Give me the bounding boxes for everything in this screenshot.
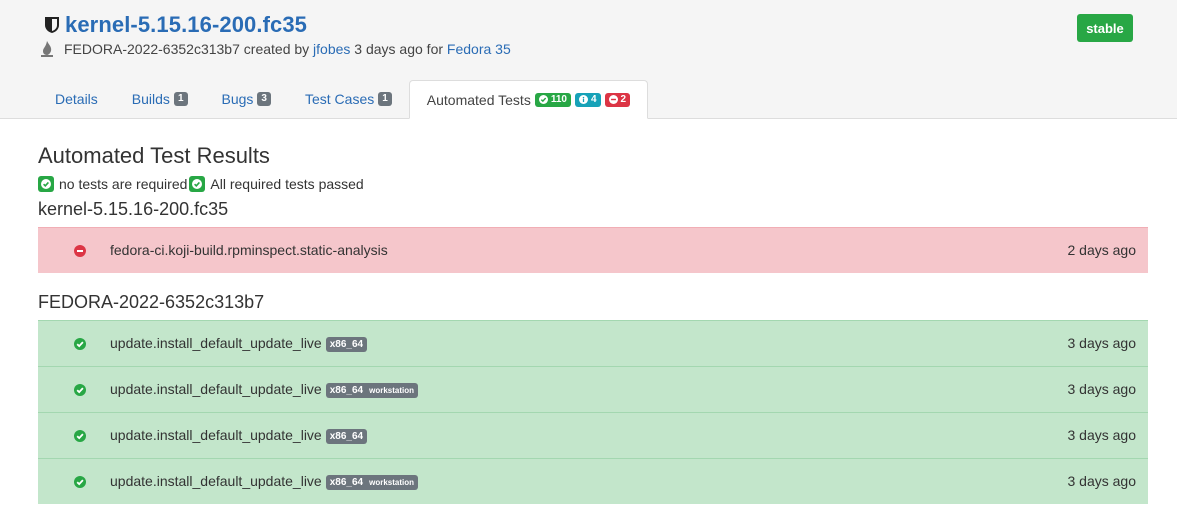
update-meta: FEDORA-2022-6352c313b7 created by jfobes… xyxy=(40,40,511,58)
status-badge: stable xyxy=(1077,14,1133,42)
tab-bugs[interactable]: Bugs 3 xyxy=(205,80,288,118)
test-name-text: update.install_default_update_live xyxy=(110,381,322,397)
info-count: 4 xyxy=(590,93,597,105)
release-link[interactable]: Fedora 35 xyxy=(447,41,511,57)
tab-label: Automated Tests xyxy=(426,91,531,108)
update-header: kernel-5.15.16-200.fc35 FEDORA-2022-6352… xyxy=(0,0,1177,119)
arch-text: x86_64 xyxy=(329,477,364,488)
tab-bar: Details Builds 1 Bugs 3 Test Cases 1 Aut… xyxy=(38,80,649,119)
test-name-text: update.install_default_update_live xyxy=(110,335,322,351)
tab-count-badge: 1 xyxy=(173,92,188,106)
test-result-row[interactable]: update.install_default_update_live x86_64… xyxy=(38,412,1148,458)
passed-count-badge: 110 xyxy=(534,92,571,107)
tab-label: Details xyxy=(55,91,98,107)
test-time: 3 days ago xyxy=(1067,381,1137,397)
info-circle-icon xyxy=(578,95,588,104)
age-text: 3 days ago for xyxy=(350,41,447,57)
tab-label: Bugs xyxy=(221,91,254,107)
check-circle-icon xyxy=(538,95,548,104)
arch-text: x86_64 xyxy=(329,431,364,442)
tab-details[interactable]: Details xyxy=(38,80,115,118)
check-icon xyxy=(38,176,54,192)
test-name: fedora-ci.koji-build.rpminspect.static-a… xyxy=(110,242,388,258)
requirements-summary: no tests are required All required tests… xyxy=(38,176,364,192)
requirement-text: All required tests passed xyxy=(210,176,364,192)
info-count-badge: 4 xyxy=(574,92,601,107)
tab-label: Builds xyxy=(131,91,170,107)
arch-tag: x86_64 workstation xyxy=(325,383,419,398)
test-time: 3 days ago xyxy=(1067,473,1137,489)
shield-icon xyxy=(44,16,60,34)
arch-text: x86_64 xyxy=(329,385,364,396)
test-result-row[interactable]: fedora-ci.koji-build.rpminspect.static-a… xyxy=(38,227,1148,273)
check-circle-icon xyxy=(74,383,86,396)
test-name-text: update.install_default_update_live xyxy=(110,427,322,443)
test-time: 3 days ago xyxy=(1067,427,1137,443)
test-result-row[interactable]: update.install_default_update_live x86_64… xyxy=(38,366,1148,412)
tab-test-cases[interactable]: Test Cases 1 xyxy=(288,80,409,118)
arch-tag: x86_64 workstation xyxy=(325,475,419,490)
test-result-row[interactable]: update.install_default_update_live x86_64… xyxy=(38,458,1148,504)
check-icon xyxy=(189,176,206,192)
flavor-text: workstation xyxy=(369,478,415,487)
minus-circle-icon xyxy=(74,244,86,257)
flavor-text: workstation xyxy=(369,386,415,395)
group-title: kernel-5.15.16-200.fc35 xyxy=(38,199,229,219)
test-name: update.install_default_update_live x86_64 xyxy=(110,427,368,444)
author-link[interactable]: jfobes xyxy=(313,41,350,57)
section-heading: Automated Test Results xyxy=(38,143,270,168)
arch-tag: x86_64 xyxy=(325,337,368,352)
tab-builds[interactable]: Builds 1 xyxy=(115,80,205,118)
tab-count-badge: 3 xyxy=(257,92,271,106)
arch-tag: x86_64 xyxy=(325,429,368,444)
check-circle-icon xyxy=(74,475,86,488)
minus-circle-icon xyxy=(608,95,618,104)
failed-count: 2 xyxy=(620,93,627,105)
failed-count-badge: 2 xyxy=(604,92,631,107)
update-id: FEDORA-2022-6352c313b7 xyxy=(64,41,240,57)
test-name: update.install_default_update_live x86_64 xyxy=(110,335,368,352)
created-by-text: created by xyxy=(239,41,314,57)
passed-count: 110 xyxy=(550,93,567,105)
test-result-row[interactable]: update.install_default_update_live x86_64… xyxy=(38,320,1148,366)
test-name: update.install_default_update_live x86_64… xyxy=(110,381,419,398)
tab-label: Test Cases xyxy=(304,91,375,107)
tab-automated-tests[interactable]: Automated Tests 110 4 2 xyxy=(408,80,649,119)
group-title: FEDORA-2022-6352c313b7 xyxy=(38,292,265,312)
fire-icon xyxy=(40,40,54,58)
test-time: 3 days ago xyxy=(1067,335,1137,351)
requirement-text: no tests are required xyxy=(59,176,188,192)
package-title-link[interactable]: kernel-5.15.16-200.fc35 xyxy=(65,12,307,38)
test-time: 2 days ago xyxy=(1067,242,1137,258)
test-name: update.install_default_update_live x86_64… xyxy=(110,473,419,490)
arch-text: x86_64 xyxy=(329,339,364,350)
check-circle-icon xyxy=(74,337,86,350)
title-row: kernel-5.15.16-200.fc35 xyxy=(44,12,307,38)
test-name-text: update.install_default_update_live xyxy=(110,473,322,489)
test-name-text: fedora-ci.koji-build.rpminspect.static-a… xyxy=(110,242,388,258)
check-circle-icon xyxy=(74,429,86,442)
tab-count-badge: 1 xyxy=(378,92,392,106)
